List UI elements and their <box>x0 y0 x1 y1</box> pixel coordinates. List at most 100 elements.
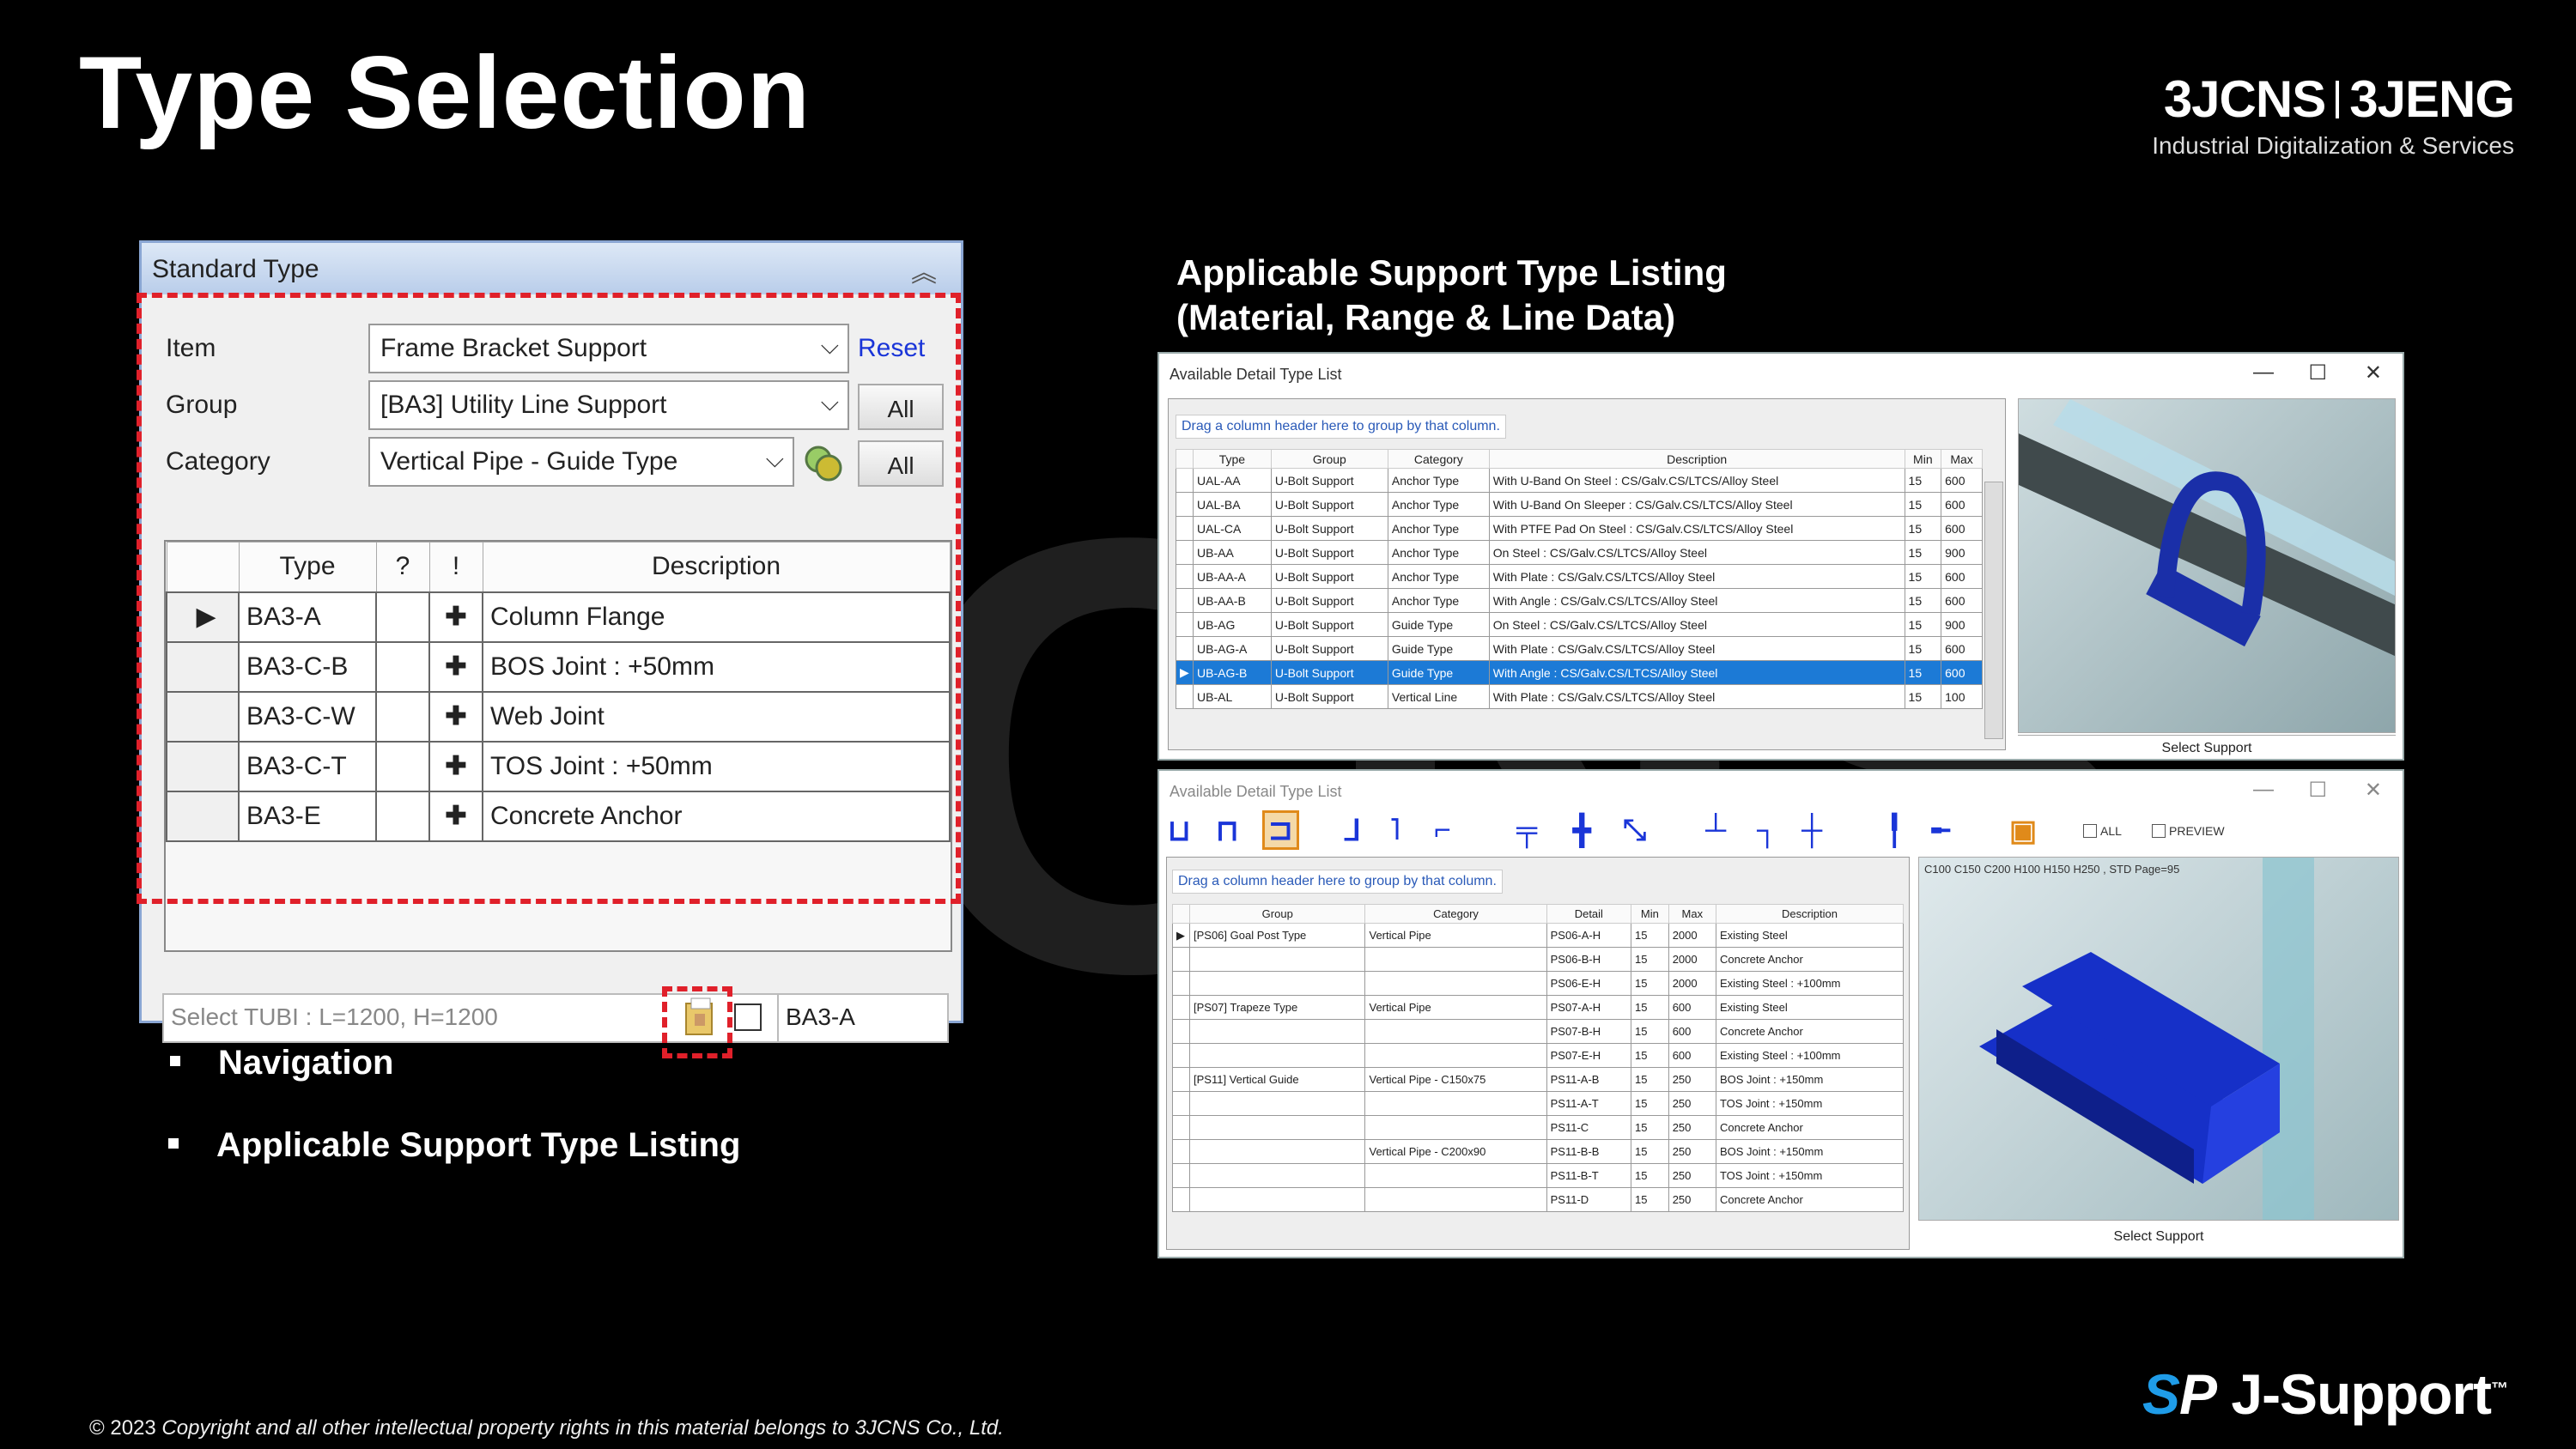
type-goalpost-icon[interactable]: ⊓ <box>1216 814 1239 848</box>
table-row[interactable]: PS06-B-H 15 2000 Concrete Anchor <box>1172 947 1905 972</box>
table-cell: 15 <box>1904 492 1942 517</box>
table-row[interactable]: PS11-A-T 15 250 TOS Joint : +150mm <box>1172 1091 1905 1116</box>
table-cell: With U-Band On Steel : CS/Galv.CS/LTCS/A… <box>1488 468 1905 493</box>
table-row[interactable]: PS11-D 15 250 Concrete Anchor <box>1172 1187 1905 1212</box>
table-cell: 100 <box>1941 684 1983 709</box>
selected-type-field[interactable]: BA3-A <box>777 993 949 1043</box>
type-column-icon[interactable]: ╤ <box>1516 814 1537 847</box>
table-row[interactable]: UB-AG-A U-Bolt Support Guide Type With Plat… <box>1176 636 1983 661</box>
table-cell: UB-AA-A <box>1193 564 1272 589</box>
detail-3d-view[interactable]: C100 C150 C200 H100 H150 H250 , STD Page… <box>1918 857 2399 1221</box>
table-cell: With U-Band On Sleeper : CS/Galv.CS/LTCS… <box>1488 492 1905 517</box>
type-wall-icon[interactable]: ╾ <box>1932 814 1949 848</box>
table-cell: 15 <box>1631 1115 1669 1140</box>
table-cell: Guide Type <box>1387 660 1490 685</box>
type-trapeze-icon-selected[interactable]: ⊐ <box>1262 810 1299 850</box>
maximize-icon[interactable]: ☐ <box>2308 361 2327 385</box>
all-checkbox[interactable] <box>2083 824 2097 838</box>
table-row[interactable]: [PS11] Vertical Guide Vertical Pipe - C15… <box>1172 1067 1905 1092</box>
scrollbar[interactable] <box>1984 482 2003 739</box>
table-row[interactable]: PS11-B-T 15 250 TOS Joint : +150mm <box>1172 1163 1905 1188</box>
column-header[interactable]: Category <box>1364 904 1547 924</box>
column-header[interactable]: Detail <box>1546 904 1632 924</box>
table-row[interactable]: ▶ UB-AG-B U-Bolt Support Guide Type With Ang… <box>1176 660 1983 685</box>
type-cross-icon[interactable]: ╋ <box>1573 814 1590 848</box>
logo-sp: P <box>2178 1362 2217 1426</box>
type-box-icon[interactable]: ▣ <box>2009 814 2037 848</box>
column-header[interactable]: Description <box>1715 904 1905 924</box>
table-row[interactable]: Vertical Pipe - C200x90 PS11-B-B 15 250 BOS … <box>1172 1139 1905 1164</box>
table-cell: On Steel : CS/Galv.CS/LTCS/Alloy Steel <box>1488 540 1905 565</box>
minimize-icon[interactable]: — <box>2253 778 2274 802</box>
type-post-icon[interactable]: ┐ <box>1757 814 1777 847</box>
table-row[interactable]: UB-AG U-Bolt Support Guide Type On Steel : … <box>1176 612 1983 637</box>
preview-checkbox[interactable] <box>2152 824 2166 838</box>
table-row[interactable]: PS06-E-H 15 2000 Existing Steel : +100mm <box>1172 971 1905 996</box>
close-icon[interactable]: ✕ <box>2365 778 2382 803</box>
table-cell: U-Bolt Support <box>1270 588 1388 613</box>
table-row[interactable]: UAL-AA U-Bolt Support Anchor Type With U-Ba… <box>1176 468 1983 493</box>
type-bracket-icon[interactable]: ⅃ <box>1345 814 1361 848</box>
table-cell: Concrete Anchor <box>1715 1115 1905 1140</box>
row-selector <box>1172 1019 1190 1044</box>
collapse-chevron-icon[interactable]: ︽ <box>911 252 937 289</box>
row-selector <box>1172 971 1190 996</box>
table-cell <box>1188 1115 1366 1140</box>
type-diagonal-icon[interactable]: ⤡ <box>1623 814 1646 847</box>
table-row[interactable]: PS07-E-H 15 600 Existing Steel : +100mm <box>1172 1043 1905 1068</box>
support-3d-view[interactable] <box>2018 398 2396 733</box>
table-row[interactable]: UAL-BA U-Bolt Support Anchor Type With U-Ba… <box>1176 492 1983 517</box>
column-header[interactable]: Category <box>1387 449 1490 469</box>
column-header[interactable]: Min <box>1904 449 1942 469</box>
table-row[interactable]: UB-AA-A U-Bolt Support Anchor Type With Pla… <box>1176 564 1983 589</box>
table-row[interactable]: [PS07] Trapeze Type Vertical Pipe PS07-A-H… <box>1172 995 1905 1020</box>
type-pin-icon[interactable]: ╿ <box>1886 814 1903 848</box>
table-cell: [PS06] Goal Post Type <box>1188 923 1366 948</box>
table-cell <box>1188 1019 1366 1044</box>
table-row[interactable]: UB-AL U-Bolt Support Vertical Line With Pla… <box>1176 684 1983 709</box>
support-toolbar: ⊔ ⊓ ⊐ ⅃ ˥ ⌐ ╤ ╋ ⤡ ┴ ┐ ┼ ╿ ╾ ▣ ALL PREVIE… <box>1164 809 2401 852</box>
panel-header[interactable]: Standard Type ︽ <box>142 243 961 294</box>
logo-text: J-Support <box>2231 1362 2492 1426</box>
table-row[interactable]: UB-AA U-Bolt Support Anchor Type On Steel :… <box>1176 540 1983 565</box>
drag-group-hint: Drag a column header here to group by th… <box>1172 870 1503 894</box>
table-cell: 2000 <box>1668 971 1716 996</box>
table-row[interactable]: UB-AA-B U-Bolt Support Anchor Type With Ang… <box>1176 588 1983 613</box>
type-beam-icon[interactable]: ┴ <box>1705 814 1726 847</box>
table-cell: 15 <box>1631 1091 1669 1116</box>
table-cell: 600 <box>1941 588 1983 613</box>
minimize-icon[interactable]: — <box>2253 361 2274 385</box>
table-cell: PS11-A-T <box>1546 1091 1632 1116</box>
column-header[interactable]: Min <box>1631 904 1669 924</box>
type-frame-icon[interactable]: ⊔ <box>1168 814 1191 848</box>
table-cell: 600 <box>1941 468 1983 493</box>
table-row[interactable]: PS07-B-H 15 600 Concrete Anchor <box>1172 1019 1905 1044</box>
table-row[interactable]: UAL-CA U-Bolt Support Anchor Type With PTFE… <box>1176 516 1983 541</box>
column-header[interactable]: Type <box>1193 449 1272 469</box>
table-cell: 600 <box>1941 660 1983 685</box>
type-tee-icon[interactable]: ┼ <box>1801 814 1822 847</box>
maximize-icon[interactable]: ☐ <box>2308 778 2327 803</box>
column-header[interactable]: Group <box>1270 449 1388 469</box>
column-header[interactable]: Group <box>1188 904 1366 924</box>
table-cell: Concrete Anchor <box>1715 1019 1905 1044</box>
select-support-caption[interactable]: Select Support <box>1918 1224 2399 1245</box>
table-cell: 250 <box>1668 1115 1716 1140</box>
table-cell: UAL-BA <box>1193 492 1272 517</box>
window-title: Available Detail Type List <box>1170 783 1342 800</box>
column-header[interactable]: Max <box>1941 449 1983 469</box>
close-icon[interactable]: ✕ <box>2365 361 2382 385</box>
table-row[interactable]: PS11-C 15 250 Concrete Anchor <box>1172 1115 1905 1140</box>
type-cantilever-icon[interactable]: ˥ <box>1389 814 1400 847</box>
table-cell: 900 <box>1941 540 1983 565</box>
table-cell: Vertical Pipe - C150x75 <box>1364 1067 1547 1092</box>
checkbox[interactable] <box>734 1003 762 1031</box>
select-support-caption[interactable]: Select Support <box>2018 735 2396 756</box>
table-cell: 15 <box>1904 468 1942 493</box>
table-row[interactable]: ▶ [PS06] Goal Post Type Vertical Pipe PS06-… <box>1172 923 1905 948</box>
column-header[interactable]: Max <box>1668 904 1716 924</box>
product-logo: SP J-Support™ <box>2142 1361 2508 1427</box>
column-header[interactable]: Description <box>1488 449 1905 469</box>
table-cell: Existing Steel : +100mm <box>1715 971 1905 996</box>
type-bracket-b-icon[interactable]: ⌐ <box>1434 814 1451 847</box>
